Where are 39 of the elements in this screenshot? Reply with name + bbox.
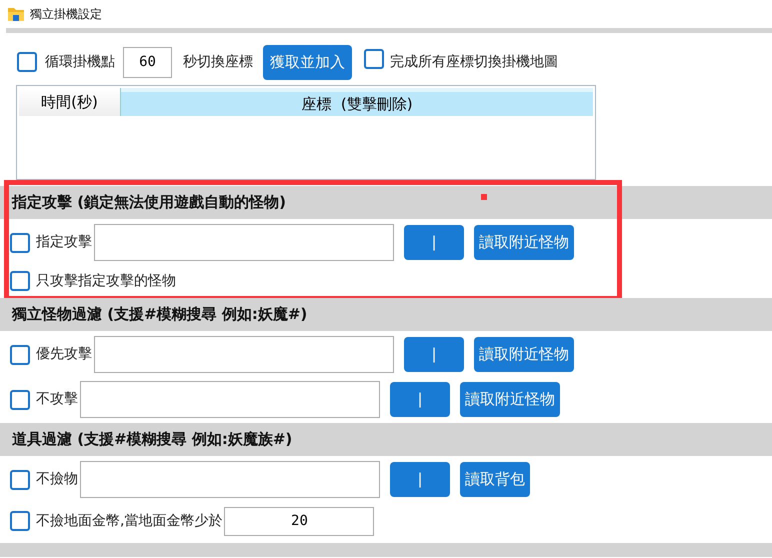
input-field[interactable] (94, 336, 394, 373)
column-header[interactable]: 時間(秒) (19, 88, 121, 116)
read-button[interactable]: 讀取附近怪物 (460, 382, 560, 417)
folder-icon (8, 7, 24, 21)
option-label: 不撿物 (36, 470, 78, 489)
number-field[interactable]: 20 (224, 506, 374, 536)
seconds-field[interactable]: 60 (123, 46, 172, 78)
input-field[interactable] (80, 461, 380, 498)
value-button[interactable]: | (390, 382, 450, 417)
option-label: 指定攻擊 (36, 233, 92, 252)
section-header: 道具過濾 (支援#模糊搜尋 例如:妖魔族#) (0, 423, 772, 456)
option-label: 不攻擊 (36, 390, 78, 409)
value-button[interactable]: | (404, 225, 464, 260)
checkbox[interactable] (10, 344, 30, 364)
checkbox[interactable] (17, 52, 37, 72)
read-button[interactable]: 讀取背包 (460, 462, 530, 497)
option-label: 完成所有座標切換掛機地圖 (390, 52, 558, 72)
checkbox[interactable] (10, 271, 30, 291)
seconds-label: 秒切換座標 (183, 52, 253, 72)
read-button[interactable]: 讀取附近怪物 (474, 337, 574, 372)
checkbox[interactable] (10, 511, 30, 531)
value-button[interactable]: | (390, 462, 450, 497)
section-header: 獨立怪物過濾 (支援#模糊搜尋 例如:妖魔#) (0, 298, 772, 331)
section-header: 指定攻擊 (鎖定無法使用遊戲自動的怪物) (0, 186, 772, 219)
read-button[interactable]: 讀取附近怪物 (474, 225, 574, 260)
add-button[interactable]: 獲取並加入 (263, 44, 352, 80)
checkbox[interactable] (364, 48, 384, 68)
input-field[interactable] (80, 381, 380, 418)
checkbox[interactable] (10, 390, 30, 410)
option-label: 不撿地面金幣,當地面金幣少於 (36, 512, 222, 530)
checkbox[interactable] (10, 232, 30, 252)
option-label: 循環掛機點 (45, 52, 115, 72)
input-field[interactable] (94, 224, 394, 261)
checkbox[interactable] (10, 470, 30, 490)
value-button[interactable]: | (404, 337, 464, 372)
column-header[interactable]: 座標 (雙擊刪除) (121, 88, 593, 116)
option-label: 優先攻擊 (36, 345, 92, 364)
option-label: 只攻擊指定攻擊的怪物 (36, 272, 176, 290)
window-title: 獨立掛機設定 (30, 6, 102, 23)
